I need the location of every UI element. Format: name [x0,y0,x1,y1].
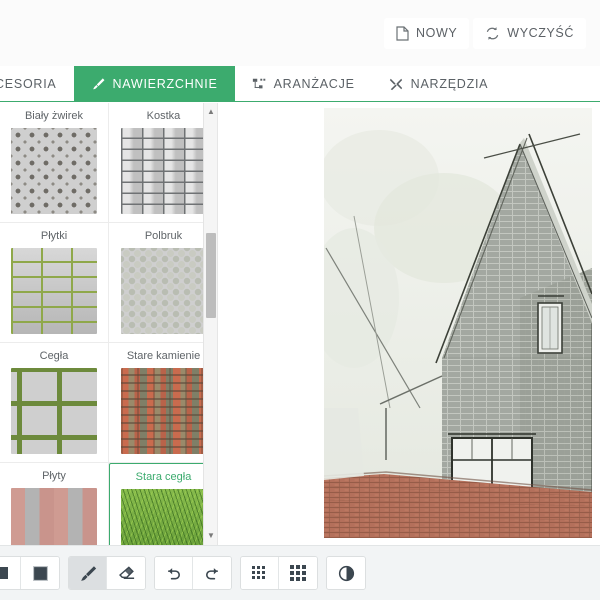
tab-aranzacje-label: ARANŻACJE [273,77,355,91]
tools-icon [389,77,403,91]
house-sketch [324,108,592,538]
redo-icon [203,564,222,583]
texture-label: Płyty [42,470,66,483]
texture-swatch[interactable] [120,128,207,215]
texture-item-plyty[interactable]: Płyty [0,463,109,545]
tab-strip: CESORIA NAWIERZCHNIE ARANŻACJE NARZĘDZIA [0,66,600,102]
texture-swatch[interactable] [11,248,97,335]
eraser-tool-button[interactable] [107,557,145,589]
tab-nawierzchnie-label: NAWIERZCHNIE [112,77,218,91]
texture-label: Cegła [39,350,69,363]
texture-swatch[interactable] [11,488,97,545]
texture-swatch[interactable] [120,489,207,545]
texture-label: Płytki [40,230,68,243]
texture-label: Kostka [146,110,181,122]
brush-icon [91,77,105,91]
texture-item-stara-cegla[interactable]: Stara cegła [109,463,217,545]
scroll-up-arrow-icon[interactable]: ▲ [204,105,217,119]
eraser-icon [117,564,136,583]
preview-canvas[interactable] [324,108,592,538]
tab-nawierzchnie[interactable]: NAWIERZCHNIE [73,66,235,101]
top-action-bar: NOWY WYCZYŚĆ [0,0,600,66]
brush-tool-button[interactable] [69,557,107,589]
new-button[interactable]: NOWY [384,17,470,49]
grid-coarse-button[interactable] [279,557,317,589]
texture-item-stare-kamienie[interactable]: Stare kamienie [109,343,217,464]
contrast-button[interactable] [327,557,365,589]
tool-group-colors [0,556,60,590]
redo-button[interactable] [193,557,231,589]
texture-swatch[interactable] [120,368,207,455]
texture-swatch[interactable] [120,248,207,335]
texture-label: Stare kamienie [126,350,201,363]
tool-group-draw [68,556,146,590]
grid-fine-button[interactable] [241,557,279,589]
texture-swatch[interactable] [11,368,97,455]
texture-label: Polbruk [144,230,183,243]
texture-label: Stara cegła [135,471,192,484]
tab-narzedzia-label: NARZĘDZIA [410,77,489,91]
square-icon [0,565,10,581]
filled-square-icon [32,565,49,582]
document-icon [396,25,409,41]
texture-panel-scrollbar[interactable]: ▲ ▼ [203,103,217,545]
grid-fine-icon [251,565,268,582]
tab-akcesoria[interactable]: CESORIA [0,66,74,101]
tool-group-contrast [326,556,366,590]
top-action-buttons: NOWY WYCZYŚĆ [384,17,586,49]
brush-icon [78,564,97,583]
tab-narzedzia[interactable]: NARZĘDZIA [372,66,506,101]
texture-item-kostka[interactable]: Kostka [109,103,217,224]
hierarchy-icon [252,77,266,91]
grid-coarse-icon [289,564,307,582]
clear-button[interactable]: WYCZYŚĆ [473,17,586,49]
bottom-toolbar [0,545,600,600]
texture-grid: Biały żwirek Kostka Płytki Polbruk Cegła [0,103,217,545]
color-swatch-partial-button[interactable] [0,557,21,589]
texture-swatch[interactable] [11,128,97,215]
tab-aranzacje[interactable]: ARANŻACJE [235,66,372,101]
new-button-label: NOWY [416,26,458,40]
texture-item-plytki[interactable]: Płytki [0,223,109,344]
texture-item-polbruk[interactable]: Polbruk [109,223,217,344]
texture-panel: Biały żwirek Kostka Płytki Polbruk Cegła [0,103,218,545]
tool-group-grid [240,556,318,590]
scroll-down-arrow-icon[interactable]: ▼ [204,529,217,543]
tab-akcesoria-label: CESORIA [0,77,57,91]
texture-item-cegla[interactable]: Cegła [0,343,109,464]
undo-icon [164,564,183,583]
app-root: NOWY WYCZYŚĆ CESORIA NAWIERZCHNIE ARANŻA… [0,0,600,600]
undo-button[interactable] [155,557,193,589]
fill-color-button[interactable] [21,557,59,589]
texture-item-bialy-zwirek[interactable]: Biały żwirek [0,103,109,224]
texture-label: Biały żwirek [24,110,84,122]
tool-group-history [154,556,232,590]
scrollbar-thumb[interactable] [206,233,216,318]
contrast-icon [337,564,356,583]
clear-button-label: WYCZYŚĆ [507,26,574,40]
refresh-icon [485,26,500,41]
